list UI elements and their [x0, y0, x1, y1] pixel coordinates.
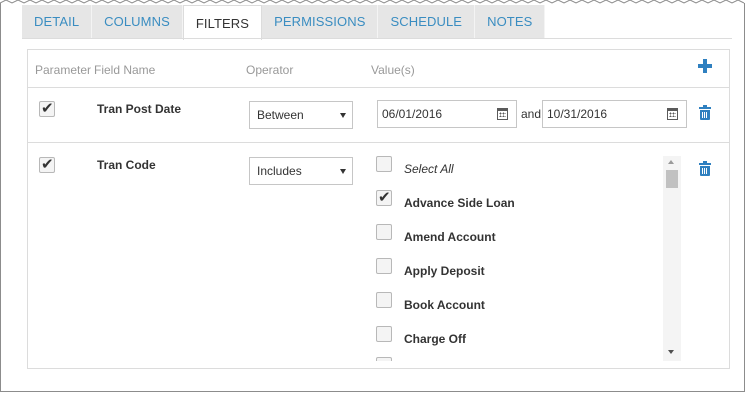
row-divider: [28, 142, 729, 143]
tran-code-options-list: Select All ✔ Advance Side Loan Amend Acc…: [373, 153, 683, 361]
field-name-tran-post-date: Tran Post Date: [97, 102, 182, 116]
option-label: Advance Side Loan: [404, 196, 515, 210]
option-label: Amend Account: [404, 230, 496, 244]
option-label: Select All: [404, 162, 454, 176]
option-checkbox[interactable]: [376, 326, 392, 342]
trash-icon[interactable]: [699, 161, 711, 176]
scroll-up-icon[interactable]: [668, 160, 674, 164]
caret-down-icon: [340, 113, 346, 118]
plus-icon[interactable]: [697, 58, 713, 74]
tab-schedule[interactable]: SCHEDULE: [378, 5, 476, 38]
tab-divider: [22, 38, 732, 39]
checkmark-icon: ✔: [378, 188, 391, 206]
operator-value: Includes: [257, 164, 302, 178]
option-book-account[interactable]: Book Account: [373, 292, 663, 316]
header-operator: Operator: [246, 63, 294, 77]
operator-select-tran-post-date[interactable]: Between: [249, 101, 353, 129]
option-checkbox[interactable]: [376, 156, 392, 172]
tab-columns[interactable]: COLUMNS: [92, 5, 183, 38]
option-checkbox[interactable]: ✔: [376, 188, 392, 206]
field-name-tran-code: Tran Code: [97, 158, 156, 172]
option-label: Charge Off: [404, 332, 467, 346]
option-checkbox[interactable]: [376, 224, 392, 240]
option-label: Book Account: [404, 298, 485, 312]
parameter-checkbox-tran-code[interactable]: ✔: [39, 155, 55, 173]
calendar-icon[interactable]: [667, 108, 678, 120]
operator-value: Between: [257, 108, 304, 122]
tab-filters[interactable]: FILTERS: [182, 5, 263, 40]
option-checkbox[interactable]: [376, 357, 392, 361]
tab-permissions[interactable]: PERMISSIONS: [262, 5, 379, 38]
tab-bar: DETAIL COLUMNS FILTERS PERMISSIONS SCHED…: [22, 5, 546, 40]
scroll-down-icon[interactable]: [668, 350, 674, 354]
header-values: Value(s): [371, 63, 415, 77]
scroll-thumb[interactable]: [666, 170, 678, 188]
and-label: and: [521, 107, 542, 121]
date-from-value: 06/01/2016: [382, 107, 443, 121]
option-checkbox[interactable]: [376, 292, 392, 308]
checkmark-icon: ✔: [41, 155, 54, 173]
date-from-input[interactable]: 06/01/2016: [377, 100, 517, 128]
calendar-icon[interactable]: [497, 108, 508, 120]
header-parameter: Parameter: [35, 63, 92, 77]
parameter-checkbox-tran-post-date[interactable]: ✔: [39, 99, 55, 117]
tab-notes[interactable]: NOTES: [475, 5, 546, 38]
option-amend-account[interactable]: Amend Account: [373, 224, 663, 248]
date-to-value: 10/31/2016: [547, 107, 608, 121]
option-label: Apply Deposit: [404, 264, 485, 278]
options-scrollbar[interactable]: [663, 156, 681, 361]
row-divider: [28, 368, 244, 369]
option-charge-off[interactable]: Charge Off: [373, 326, 663, 350]
option-advance-side-loan[interactable]: ✔ Advance Side Loan: [373, 188, 663, 214]
row-divider: [28, 87, 729, 88]
option-select-all[interactable]: Select All: [373, 156, 663, 180]
header-field-name: Field Name: [94, 63, 156, 77]
tab-detail[interactable]: DETAIL: [22, 5, 93, 38]
option-apply-deposit[interactable]: Apply Deposit: [373, 258, 663, 282]
operator-select-tran-code[interactable]: Includes: [249, 157, 353, 185]
caret-down-icon: [340, 169, 346, 174]
checkmark-icon: ✔: [41, 99, 54, 117]
date-to-input[interactable]: 10/31/2016: [542, 100, 687, 128]
option-checkbox[interactable]: [376, 258, 392, 274]
option-partial[interactable]: [373, 357, 663, 361]
trash-icon[interactable]: [699, 105, 711, 120]
